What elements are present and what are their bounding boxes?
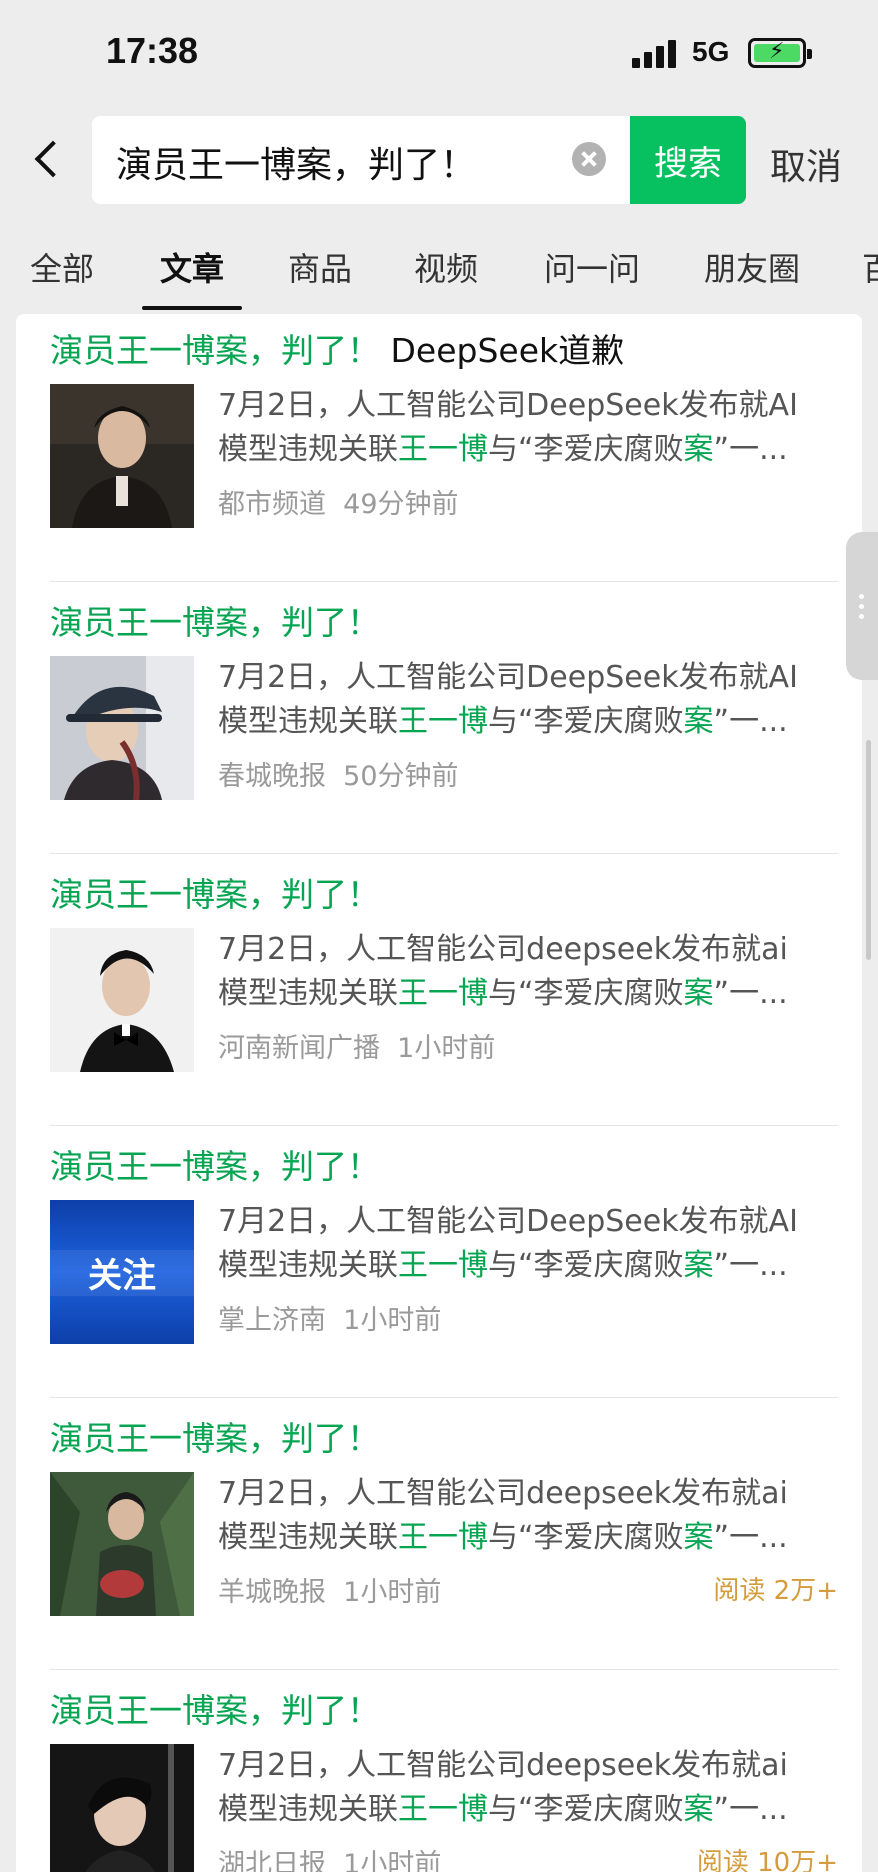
article-meta: 湖北日报 1小时前 bbox=[218, 1849, 442, 1872]
search-button[interactable]: 搜索 bbox=[630, 116, 746, 204]
article-meta: 羊城晚报 1小时前 bbox=[218, 1577, 442, 1608]
article-title[interactable]: 演员王一博案，判了！ bbox=[50, 1412, 380, 1460]
article-thumbnail bbox=[50, 656, 194, 800]
article-summary: 7月2日，人工智能公司deepseek发布就ai 模型违规关联王一博与“李爱庆腐… bbox=[218, 1476, 788, 1555]
scrollbar[interactable] bbox=[866, 740, 871, 960]
article-title[interactable]: 演员王一博案，判了！ bbox=[50, 1140, 380, 1188]
status-time: 17:38 bbox=[106, 30, 199, 71]
article-summary: 7月2日，人工智能公司DeepSeek发布就AI 模型违规关联王一博与“李爱庆腐… bbox=[218, 660, 798, 739]
tab-all[interactable]: 全部 bbox=[30, 244, 94, 290]
article-meta: 河南新闻广播 1小时前 bbox=[218, 1033, 496, 1064]
network-type: 5G bbox=[692, 36, 730, 67]
article-thumbnail bbox=[50, 384, 194, 528]
tab-videos[interactable]: 视频 bbox=[414, 244, 478, 290]
article-title[interactable]: 演员王一博案，判了！ bbox=[50, 596, 380, 644]
list-item[interactable]: 演员王一博案，判了！ 7月2日，人工智能公司deepseek发布就ai 模型违规… bbox=[16, 1670, 862, 1872]
active-tab-indicator bbox=[142, 306, 242, 310]
tab-ask[interactable]: 问一问 bbox=[544, 244, 640, 290]
article-thumbnail bbox=[50, 928, 194, 1072]
list-item[interactable]: 演员王一博案，判了！ 关注 7月2日，人工智能公司DeepSeek发布就AI 模… bbox=[16, 1126, 862, 1398]
article-summary: 7月2日，人工智能公司DeepSeek发布就AI 模型违规关联王一博与“李爱庆腐… bbox=[218, 388, 798, 467]
article-summary: 7月2日，人工智能公司DeepSeek发布就AI 模型违规关联王一博与“李爱庆腐… bbox=[218, 1204, 798, 1283]
article-title[interactable]: 演员王一博案，判了！ bbox=[50, 868, 380, 916]
list-item[interactable]: 演员王一博案，判了！ DeepSeek道歉 7月2日，人工智能公司DeepSee… bbox=[16, 314, 862, 582]
search-input[interactable]: 演员王一博案，判了！ bbox=[92, 116, 630, 204]
article-thumbnail bbox=[50, 1472, 194, 1616]
article-title[interactable]: 演员王一博案，判了！ bbox=[50, 1684, 380, 1732]
back-arrow-icon[interactable] bbox=[30, 140, 66, 180]
thumbnail-label: 关注 bbox=[88, 1255, 156, 1296]
list-item[interactable]: 演员王一博案，判了！ 7月2日，人工智能公司deepseek发布就ai 模型违规… bbox=[16, 854, 862, 1126]
search-header: 演员王一博案，判了！ 搜索 取消 bbox=[0, 100, 878, 222]
article-thumbnail bbox=[50, 1744, 194, 1872]
article-title[interactable]: 演员王一博案，判了！ DeepSeek道歉 bbox=[50, 324, 624, 372]
signal-icon bbox=[632, 38, 678, 68]
article-thumbnail: 关注 bbox=[50, 1200, 194, 1344]
cancel-button[interactable]: 取消 bbox=[770, 138, 842, 190]
article-meta: 掌上济南 1小时前 bbox=[218, 1305, 442, 1336]
results-list: 演员王一博案，判了！ DeepSeek道歉 7月2日，人工智能公司DeepSee… bbox=[16, 314, 862, 1872]
tab-products[interactable]: 商品 bbox=[288, 244, 352, 290]
tab-moments[interactable]: 朋友圈 bbox=[704, 244, 800, 290]
tab-more[interactable]: 百 bbox=[862, 244, 878, 290]
category-tabs: 全部 文章 商品 视频 问一问 朋友圈 百 bbox=[0, 222, 878, 314]
article-summary: 7月2日，人工智能公司deepseek发布就ai 模型违规关联王一博与“李爱庆腐… bbox=[218, 932, 788, 1011]
list-item[interactable]: 演员王一博案，判了！ 7月2日，人工智能公司DeepSeek发布就AI 模型违规… bbox=[16, 582, 862, 854]
article-meta: 都市频道 49分钟前 bbox=[218, 489, 459, 520]
search-query[interactable]: 演员王一博案，判了！ bbox=[116, 136, 476, 188]
side-drawer-handle[interactable] bbox=[846, 532, 878, 680]
clear-icon[interactable] bbox=[572, 142, 606, 176]
article-meta: 春城晚报 50分钟前 bbox=[218, 761, 459, 792]
list-item[interactable]: 演员王一博案，判了！ 7月2日，人工智能公司deepseek发布就ai 模型违规… bbox=[16, 1398, 862, 1670]
read-count: 阅读 10万+ bbox=[696, 1848, 838, 1872]
article-summary: 7月2日，人工智能公司deepseek发布就ai 模型违规关联王一博与“李爱庆腐… bbox=[218, 1748, 788, 1827]
tab-articles[interactable]: 文章 bbox=[160, 244, 224, 290]
status-bar: 17:38 5G ⚡ bbox=[0, 0, 878, 100]
read-count: 阅读 2万+ bbox=[713, 1576, 838, 1606]
battery-charging-icon: ⚡ bbox=[748, 38, 812, 68]
